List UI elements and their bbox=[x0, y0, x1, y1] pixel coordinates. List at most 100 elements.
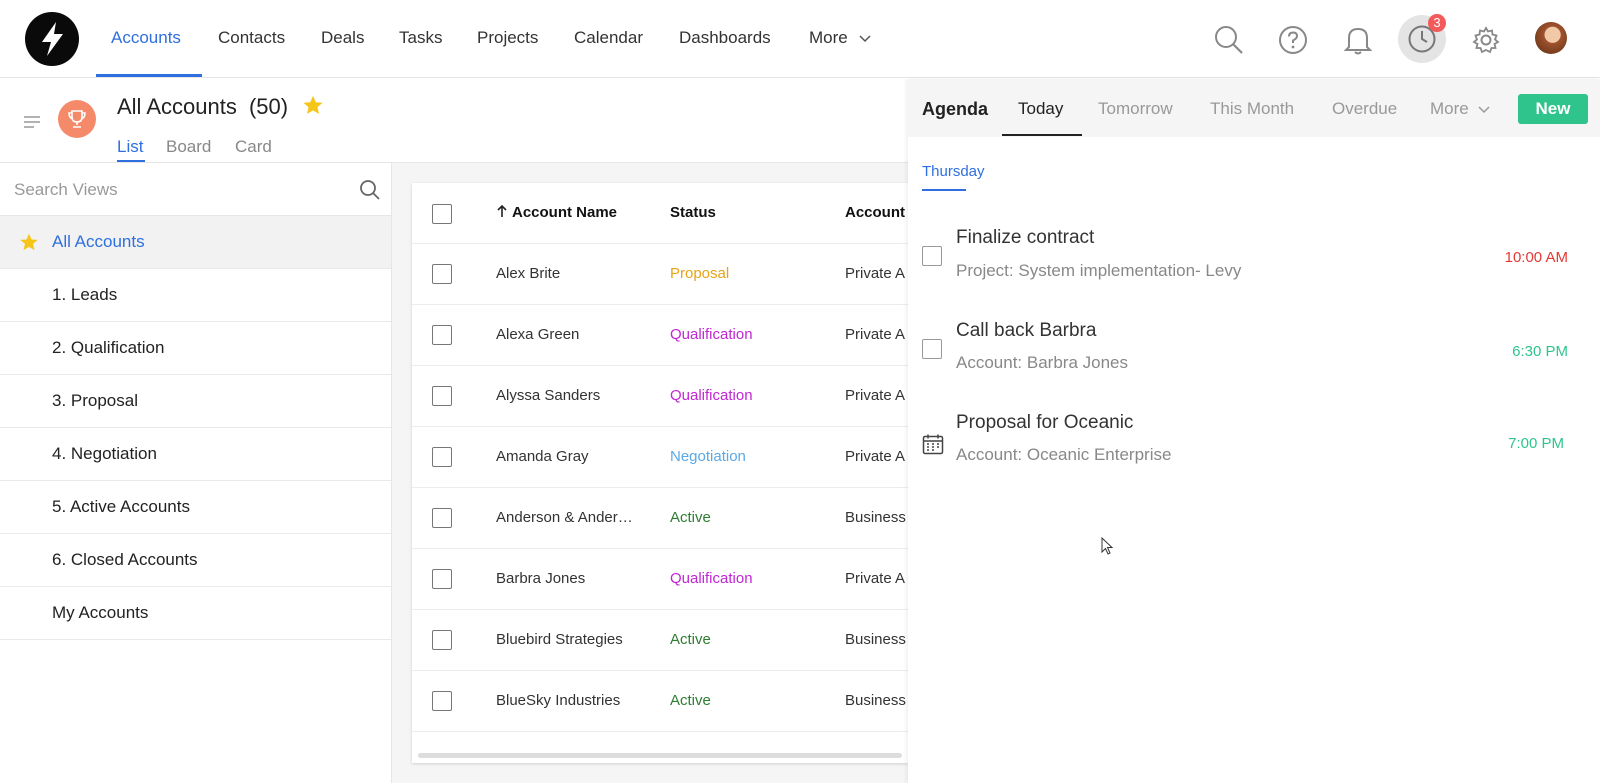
app-logo[interactable] bbox=[25, 12, 79, 66]
sort-ascending-icon bbox=[497, 204, 507, 217]
help-button[interactable] bbox=[1273, 20, 1313, 60]
tab-board[interactable]: Board bbox=[166, 137, 211, 157]
tab-card[interactable]: Card bbox=[235, 137, 272, 157]
search-icon bbox=[1215, 26, 1243, 54]
account-type-cell: Private A bbox=[845, 387, 906, 404]
sidebar-item-proposal[interactable]: 3. Proposal bbox=[0, 375, 391, 428]
row-checkbox[interactable] bbox=[432, 447, 452, 467]
nav-tasks[interactable]: Tasks bbox=[399, 28, 442, 48]
page-title: All Accounts (50) bbox=[117, 94, 324, 120]
tab-list-indicator bbox=[117, 160, 145, 162]
bell-icon bbox=[1344, 27, 1372, 55]
trophy-icon bbox=[58, 100, 96, 138]
column-header-account-type[interactable]: Account bbox=[845, 204, 908, 221]
account-type-cell: Business bbox=[845, 692, 906, 709]
account-type-cell: Private A bbox=[845, 265, 906, 282]
row-checkbox[interactable] bbox=[432, 386, 452, 406]
table-row[interactable]: Alex Brite Proposal Private A bbox=[412, 244, 908, 305]
nav-calendar[interactable]: Calendar bbox=[574, 28, 643, 48]
calendar-icon bbox=[922, 434, 944, 455]
task-checkbox[interactable] bbox=[922, 339, 942, 359]
user-avatar[interactable] bbox=[1535, 22, 1567, 54]
sidebar-item-label: 3. Proposal bbox=[52, 391, 138, 410]
task-checkbox[interactable] bbox=[922, 246, 942, 266]
agenda-tab-this-month[interactable]: This Month bbox=[1210, 99, 1294, 119]
account-name-cell[interactable]: Anderson & Ander… bbox=[496, 509, 638, 526]
row-checkbox[interactable] bbox=[432, 325, 452, 345]
status-cell: Qualification bbox=[670, 570, 753, 587]
accounts-table: Account Name Status Account Alex Brite Pr… bbox=[412, 183, 908, 763]
agenda-tab-indicator bbox=[1002, 134, 1082, 136]
task-subtitle[interactable]: Project: System implementation- Levy bbox=[956, 261, 1241, 281]
sidebar-item-label: All Accounts bbox=[52, 232, 145, 251]
event-title[interactable]: Proposal for Oceanic bbox=[956, 412, 1133, 434]
nav-deals[interactable]: Deals bbox=[321, 28, 364, 48]
sidebar-item-label: My Accounts bbox=[52, 603, 149, 622]
sidebar-item-qualification[interactable]: 2. Qualification bbox=[0, 322, 391, 375]
sidebar-item-leads[interactable]: 1. Leads bbox=[0, 269, 391, 322]
event-subtitle[interactable]: Account: Oceanic Enterprise bbox=[956, 445, 1171, 465]
column-header-account-name[interactable]: Account Name bbox=[496, 204, 617, 221]
nav-projects[interactable]: Projects bbox=[477, 28, 538, 48]
sidebar-item-negotiation[interactable]: 4. Negotiation bbox=[0, 428, 391, 481]
account-type-cell: Private A bbox=[845, 448, 906, 465]
mouse-cursor-icon bbox=[1101, 537, 1114, 555]
row-checkbox[interactable] bbox=[432, 630, 452, 650]
account-name-cell[interactable]: Alex Brite bbox=[496, 265, 638, 282]
agenda-day-tab[interactable]: Thursday bbox=[922, 163, 985, 180]
sidebar-item-my-accounts[interactable]: My Accounts bbox=[0, 587, 391, 640]
favorite-star-icon[interactable] bbox=[302, 94, 324, 116]
sidebar-item-all-accounts[interactable]: All Accounts bbox=[0, 216, 391, 269]
account-name-cell[interactable]: BlueSky Industries bbox=[496, 692, 638, 709]
account-name-cell[interactable]: Amanda Gray bbox=[496, 448, 638, 465]
agenda-tab-more[interactable]: More bbox=[1430, 99, 1491, 119]
table-row[interactable]: BlueSky Industries Active Business bbox=[412, 671, 908, 732]
task-title[interactable]: Finalize contract bbox=[956, 227, 1094, 249]
nav-accounts[interactable]: Accounts bbox=[111, 28, 181, 48]
row-checkbox[interactable] bbox=[432, 691, 452, 711]
horizontal-scrollbar[interactable] bbox=[418, 753, 902, 758]
tab-list[interactable]: List bbox=[117, 137, 143, 157]
menu-icon[interactable] bbox=[22, 114, 42, 130]
table-row[interactable]: Bluebird Strategies Active Business bbox=[412, 610, 908, 671]
agenda-tab-today[interactable]: Today bbox=[1018, 99, 1063, 119]
search-icon[interactable] bbox=[359, 179, 381, 201]
column-header-status[interactable]: Status bbox=[670, 204, 716, 221]
nav-contacts[interactable]: Contacts bbox=[218, 28, 285, 48]
table-row[interactable]: Amanda Gray Negotiation Private A bbox=[412, 427, 908, 488]
row-checkbox[interactable] bbox=[432, 569, 452, 589]
search-views-input[interactable]: Search Views bbox=[14, 180, 118, 200]
star-icon bbox=[20, 233, 38, 251]
table-row[interactable]: Anderson & Ander… Active Business bbox=[412, 488, 908, 549]
nav-dashboards[interactable]: Dashboards bbox=[679, 28, 771, 48]
notifications-button[interactable] bbox=[1338, 20, 1378, 60]
row-checkbox[interactable] bbox=[432, 508, 452, 528]
settings-button[interactable] bbox=[1466, 20, 1506, 60]
status-cell: Active bbox=[670, 509, 711, 526]
new-button[interactable]: New bbox=[1518, 94, 1588, 124]
row-checkbox[interactable] bbox=[432, 264, 452, 284]
account-name-cell[interactable]: Alexa Green bbox=[496, 326, 638, 343]
select-all-checkbox[interactable] bbox=[432, 204, 452, 224]
status-cell: Proposal bbox=[670, 265, 730, 282]
sidebar-item-closed-accounts[interactable]: 6. Closed Accounts bbox=[0, 534, 391, 587]
reminder-count-badge: 3 bbox=[1428, 14, 1446, 32]
agenda-tab-overdue[interactable]: Overdue bbox=[1332, 99, 1397, 119]
status-cell: Active bbox=[670, 692, 711, 709]
logo-icon bbox=[42, 22, 63, 56]
account-name-cell[interactable]: Bluebird Strategies bbox=[496, 631, 638, 648]
gear-icon bbox=[1472, 26, 1500, 54]
task-title[interactable]: Call back Barbra bbox=[956, 320, 1096, 342]
sidebar-item-active-accounts[interactable]: 5. Active Accounts bbox=[0, 481, 391, 534]
task-subtitle[interactable]: Account: Barbra Jones bbox=[956, 353, 1128, 373]
search-button[interactable] bbox=[1209, 20, 1249, 60]
table-row[interactable]: Alexa Green Qualification Private A bbox=[412, 305, 908, 366]
table-row[interactable]: Barbra Jones Qualification Private A bbox=[412, 549, 908, 610]
agenda-tab-tomorrow[interactable]: Tomorrow bbox=[1098, 99, 1173, 119]
nav-more[interactable]: More bbox=[809, 28, 872, 48]
account-type-cell: Business bbox=[845, 509, 906, 526]
top-navigation: Accounts Contacts Deals Tasks Projects C… bbox=[0, 0, 1600, 78]
account-name-cell[interactable]: Barbra Jones bbox=[496, 570, 638, 587]
account-name-cell[interactable]: Alyssa Sanders bbox=[496, 387, 638, 404]
table-row[interactable]: Alyssa Sanders Qualification Private A bbox=[412, 366, 908, 427]
